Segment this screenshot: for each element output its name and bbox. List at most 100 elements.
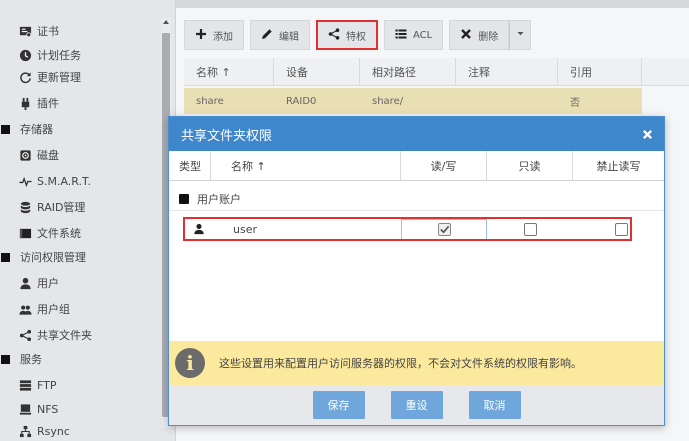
- column-header-device[interactable]: 设备: [274, 58, 360, 86]
- collapse-icon[interactable]: [179, 193, 189, 204]
- group-icon: [1, 124, 10, 134]
- sidebar-item-certificates[interactable]: 证书: [17, 20, 59, 42]
- user-icon: [17, 276, 33, 290]
- sidebar-item-disks[interactable]: 磁盘: [17, 144, 59, 166]
- no-access-checkbox[interactable]: [615, 222, 628, 236]
- cell-reference: 否: [570, 97, 580, 109]
- sidebar-item-label: FTP: [37, 378, 57, 392]
- users-icon: [17, 302, 33, 316]
- acl-label: ACL: [413, 29, 433, 41]
- certificate-icon: [17, 24, 33, 38]
- sidebar-item-groups[interactable]: 用户组: [17, 298, 70, 320]
- column-header-reference[interactable]: 引用: [558, 58, 642, 86]
- sidebar-item-label: 共享文件夹: [37, 329, 92, 342]
- cancel-button[interactable]: 取消: [468, 391, 521, 419]
- scroll-up-icon[interactable]: [163, 20, 169, 24]
- group-row-user-accounts[interactable]: 用户账户: [169, 187, 664, 211]
- folder-icon: [17, 226, 33, 240]
- acl-button[interactable]: ACL: [384, 20, 444, 50]
- sidebar-item-label: 更新管理: [37, 71, 81, 84]
- dialog-title-bar[interactable]: 共享文件夹权限: [169, 117, 664, 151]
- cell-name: share: [196, 95, 224, 107]
- sidebar-group-services[interactable]: 服务: [0, 348, 42, 370]
- sidebar-item-scheduled-tasks[interactable]: 计划任务: [17, 44, 81, 66]
- sidebar-item-ftp[interactable]: FTP: [17, 374, 57, 396]
- sidebar-item-label: 计划任务: [37, 49, 81, 62]
- column-header-name[interactable]: 名称 ↑: [211, 151, 401, 181]
- sidebar: 证书 计划任务 更新管理 插件 存储器 磁盘 S.M.A.R.T. RAID管理…: [0, 0, 176, 441]
- read-write-checkbox[interactable]: [437, 223, 451, 236]
- grid-header: 名称 ↑ 设备 相对路径 注释 引用: [184, 58, 689, 86]
- column-header-path[interactable]: 相对路径: [360, 58, 456, 86]
- sidebar-item-label: S.M.A.R.T.: [37, 174, 91, 188]
- read-write-cell: [401, 219, 487, 239]
- sidebar-item-rsync[interactable]: Rsync: [17, 420, 70, 441]
- delete-split-button: 删除: [449, 20, 532, 50]
- database-icon: [17, 200, 33, 214]
- pulse-icon: [17, 174, 33, 188]
- shared-folder-permissions-dialog: 共享文件夹权限 类型 名称 ↑ 读/写 只读 禁止读写 用户账户 user i …: [168, 116, 665, 426]
- sidebar-item-label: Rsync: [37, 424, 70, 438]
- table-row[interactable]: share RAID0 share/ 否: [184, 88, 642, 114]
- sidebar-item-filesystems[interactable]: 文件系统: [17, 222, 81, 244]
- column-header-no-access[interactable]: 禁止读写: [573, 151, 664, 181]
- caret-down-icon: [516, 29, 525, 41]
- privileges-button[interactable]: 特权: [316, 20, 378, 50]
- sitemap-icon: [17, 424, 33, 438]
- share-icon: [328, 27, 340, 43]
- column-header-comment[interactable]: 注释: [456, 58, 558, 86]
- sidebar-item-label: NFS: [37, 402, 59, 416]
- sidebar-item-users[interactable]: 用户: [17, 272, 59, 294]
- column-header-type[interactable]: 类型: [169, 151, 211, 181]
- save-button[interactable]: 保存: [312, 391, 365, 419]
- delete-label: 删除: [478, 31, 499, 43]
- sidebar-group-access[interactable]: 访问权限管理: [0, 246, 86, 268]
- sidebar-item-raid[interactable]: RAID管理: [17, 196, 85, 218]
- sidebar-item-label: 用户组: [37, 303, 70, 316]
- edit-label: 编辑: [279, 31, 299, 43]
- disk-icon: [17, 148, 33, 162]
- plus-icon: [195, 28, 207, 43]
- group-icon: [1, 252, 10, 262]
- column-header-name[interactable]: 名称 ↑: [184, 58, 274, 86]
- desktop-icon: [17, 402, 33, 416]
- read-only-cell: [487, 222, 573, 236]
- info-bar: i 这些设置用来配置用户访问服务器的权限，不会对文件系统的权限有影响。: [169, 341, 664, 385]
- sidebar-item-label: 磁盘: [37, 149, 59, 162]
- privileges-label: 特权: [346, 31, 366, 43]
- sidebar-item-update-management[interactable]: 更新管理: [17, 66, 81, 88]
- server-icon: [17, 378, 33, 392]
- user-name: user: [233, 222, 257, 236]
- column-header-read-only[interactable]: 只读: [487, 151, 573, 181]
- delete-dropdown-button[interactable]: [509, 20, 532, 50]
- sidebar-item-smart[interactable]: S.M.A.R.T.: [17, 170, 91, 192]
- info-text: 这些设置用来配置用户访问服务器的权限，不会对文件系统的权限有影响。: [219, 357, 582, 370]
- sidebar-item-label: 访问权限管理: [20, 251, 86, 264]
- edit-button[interactable]: 编辑: [250, 20, 310, 50]
- sidebar-item-plugins[interactable]: 插件: [17, 92, 59, 114]
- dialog-title: 共享文件夹权限: [181, 128, 273, 144]
- add-button[interactable]: 添加: [184, 20, 244, 50]
- no-access-cell: [573, 222, 630, 236]
- pencil-icon: [261, 28, 273, 43]
- sidebar-group-storage[interactable]: 存储器: [0, 118, 53, 140]
- group-label: 用户账户: [197, 192, 241, 206]
- toolbar: 添加 编辑 特权 ACL 删除: [184, 20, 532, 50]
- close-icon[interactable]: [640, 127, 654, 141]
- cell-device: RAID0: [286, 95, 317, 107]
- clock-icon: [17, 48, 33, 62]
- sidebar-item-nfs[interactable]: NFS: [17, 398, 58, 420]
- top-strip: [176, 0, 689, 8]
- sidebar-item-label: 文件系统: [37, 227, 81, 240]
- sidebar-item-label: RAID管理: [37, 201, 86, 214]
- close-icon: [460, 28, 472, 43]
- column-header-read-write[interactable]: 读/写: [401, 151, 487, 181]
- add-label: 添加: [213, 31, 233, 43]
- sidebar-item-label: 存储器: [20, 123, 53, 136]
- read-only-checkbox[interactable]: [523, 222, 537, 236]
- table-row[interactable]: user: [183, 217, 632, 241]
- reset-button[interactable]: 重设: [390, 391, 443, 419]
- delete-button[interactable]: 删除: [449, 20, 510, 50]
- sidebar-item-label: 插件: [37, 97, 59, 110]
- sidebar-item-shared-folders[interactable]: 共享文件夹: [17, 324, 92, 346]
